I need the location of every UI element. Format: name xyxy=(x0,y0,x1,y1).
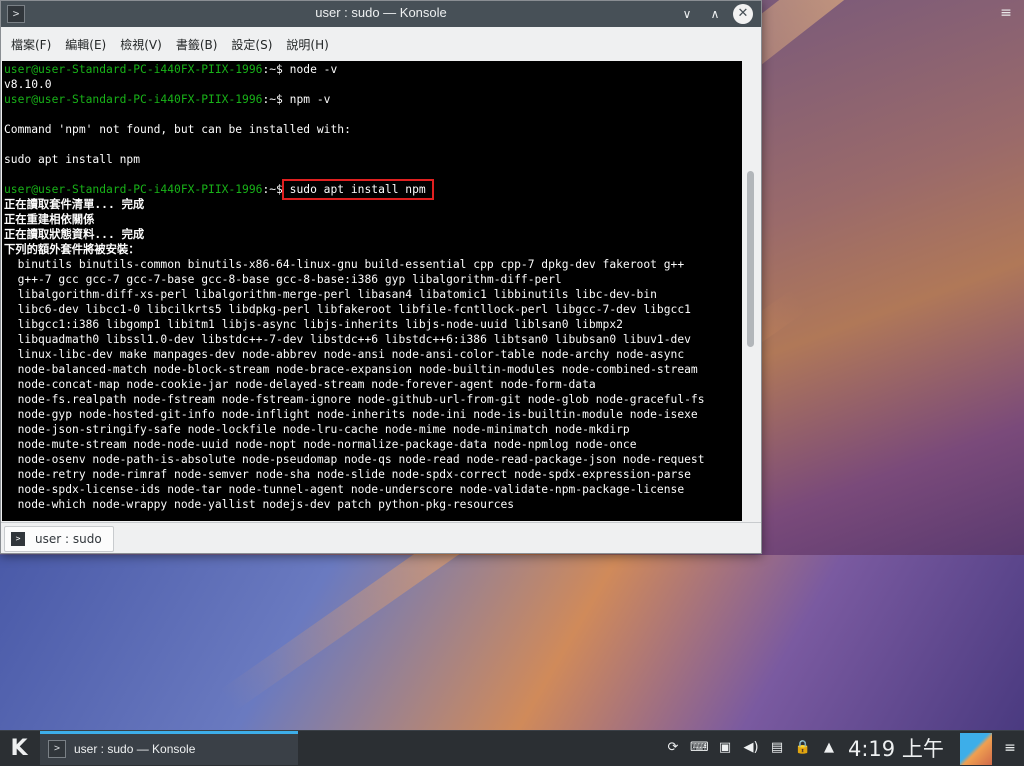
terminal-line: libgcc1:i386 libgomp1 libitm1 libjs-asyn… xyxy=(4,318,623,331)
terminal-line: 正在讀取套件清單... 完成 xyxy=(4,198,145,211)
terminal-line: v8.10.0 xyxy=(4,78,52,91)
konsole-window: > user : sudo — Konsole ∨ ∧ ✕ 檔案(F) 編輯(E… xyxy=(0,0,762,554)
wallpaper-shape xyxy=(0,555,1024,730)
expand-tray-icon[interactable]: ▲ xyxy=(820,737,838,759)
terminal-line: libquadmath0 libssl1.0-dev libstdc++-7-d… xyxy=(4,333,691,346)
terminal-scrollbar[interactable] xyxy=(742,61,761,521)
terminal-icon: > xyxy=(48,740,66,758)
terminal-line: node-balanced-match node-block-stream no… xyxy=(4,363,698,376)
window-titlebar[interactable]: > user : sudo — Konsole ∨ ∧ ✕ xyxy=(1,1,761,27)
scrollbar-thumb[interactable] xyxy=(747,171,754,347)
terminal-line: node-json-stringify-safe node-lockfile n… xyxy=(4,423,630,436)
close-button[interactable]: ✕ xyxy=(733,4,753,24)
command-text: sudo apt install npm xyxy=(281,179,434,200)
terminal-line: 下列的額外套件將被安裝： xyxy=(4,243,140,256)
terminal-line: 正在讀取狀態資料... 完成 xyxy=(4,228,145,241)
terminal-line: user@user-Standard-PC-i440FX-PIIX-1996:~… xyxy=(4,62,742,77)
lock-icon[interactable]: 🔒 xyxy=(794,737,812,759)
clipboard-icon[interactable]: ▤ xyxy=(768,737,786,759)
show-desktop-icon[interactable] xyxy=(960,733,992,765)
terminal-line: node-spdx-license-ids node-tar node-tunn… xyxy=(4,483,685,496)
terminal-line: node-gyp node-hosted-git-info node-infli… xyxy=(4,408,698,421)
application-launcher-icon[interactable]: K xyxy=(4,735,34,763)
terminal-line: node-mute-stream node-node-uuid node-nop… xyxy=(4,438,637,451)
terminal-line: libc6-dev libcc1-0 libcilkrts5 libdpkg-p… xyxy=(4,303,691,316)
session-tab[interactable]: > user : sudo xyxy=(4,526,114,552)
prompt-suffix: :~$ xyxy=(262,63,290,76)
command-text: node -v xyxy=(289,63,338,76)
desktop-menu-icon[interactable]: ≡ xyxy=(998,6,1014,20)
menu-bookmarks[interactable]: 書籤(B) xyxy=(170,36,224,53)
terminal-output[interactable]: user@user-Standard-PC-i440FX-PIIX-1996:~… xyxy=(2,61,742,521)
command-text: npm -v xyxy=(289,93,331,106)
session-tabbar: > user : sudo xyxy=(1,522,761,553)
terminal-line: libalgorithm-diff-xs-perl libalgorithm-m… xyxy=(4,288,657,301)
taskbar-task-konsole[interactable]: > user : sudo — Konsole xyxy=(40,731,298,765)
prompt-user: user@user-Standard-PC-i440FX-PIIX-1996 xyxy=(4,63,263,76)
prompt-suffix: :~$ xyxy=(262,93,290,106)
terminal-line: node-fs.realpath node-fstream node-fstre… xyxy=(4,393,705,406)
menu-edit[interactable]: 編輯(E) xyxy=(59,36,112,53)
display-icon[interactable]: ▣ xyxy=(716,737,734,759)
menu-view[interactable]: 檢視(V) xyxy=(114,36,168,53)
task-label: user : sudo — Konsole xyxy=(74,742,196,756)
terminal-line: user@user-Standard-PC-i440FX-PIIX-1996:~… xyxy=(4,92,742,107)
terminal-line: g++-7 gcc gcc-7 gcc-7-base gcc-8-base gc… xyxy=(4,273,562,286)
window-title: user : sudo — Konsole xyxy=(315,5,447,20)
terminal-line: node-osenv node-path-is-absolute node-ps… xyxy=(4,453,705,466)
clock[interactable]: 4:19 上午 xyxy=(848,735,944,763)
terminal-icon: > xyxy=(11,532,25,546)
terminal-line: linux-libc-dev make manpages-dev node-ab… xyxy=(4,348,685,361)
session-tab-label: user : sudo xyxy=(35,532,102,546)
taskbar: K > user : sudo — Konsole ⟳ ⌨ ▣ ◀) ▤ 🔒 ▲ 4:19 … xyxy=(0,730,1024,766)
terminal-line: Command 'npm' not found, but can be inst… xyxy=(4,123,351,136)
terminal-line: node-retry node-rimraf node-semver node-… xyxy=(4,468,691,481)
terminal-line: binutils binutils-common binutils-x86-64… xyxy=(4,258,685,271)
terminal-line: node-concat-map node-cookie-jar node-del… xyxy=(4,378,596,391)
terminal-line: node-which node-wrappy node-yallist node… xyxy=(4,498,515,511)
wallpaper-shape xyxy=(760,0,1024,555)
menu-file[interactable]: 檔案(F) xyxy=(5,36,57,53)
keyboard-icon[interactable]: ⌨ xyxy=(690,737,709,759)
menu-settings[interactable]: 設定(S) xyxy=(225,36,278,53)
maximize-button[interactable]: ∧ xyxy=(705,4,725,24)
volume-icon[interactable]: ◀) xyxy=(742,737,760,759)
system-tray: ⟳ ⌨ ▣ ◀) ▤ 🔒 ▲ xyxy=(664,737,838,759)
terminal-line: sudo apt install npm xyxy=(4,153,141,166)
prompt-user: user@user-Standard-PC-i440FX-PIIX-1996 xyxy=(4,93,263,106)
window-controls: ∨ ∧ ✕ xyxy=(677,4,753,24)
terminal-line: 正在重建相依關係 xyxy=(4,213,95,226)
menu-help[interactable]: 說明(H) xyxy=(280,36,334,53)
menubar: 檔案(F) 編輯(E) 檢視(V) 書籤(B) 設定(S) 說明(H) xyxy=(1,27,761,61)
panel-menu-icon[interactable]: ≡ xyxy=(1000,737,1020,759)
update-icon[interactable]: ⟳ xyxy=(664,737,682,759)
terminal-line: user@user-Standard-PC-i440FX-PIIX-1996:~… xyxy=(4,179,742,200)
minimize-button[interactable]: ∨ xyxy=(677,4,697,24)
prompt-user: user@user-Standard-PC-i440FX-PIIX-1996 xyxy=(4,183,263,196)
